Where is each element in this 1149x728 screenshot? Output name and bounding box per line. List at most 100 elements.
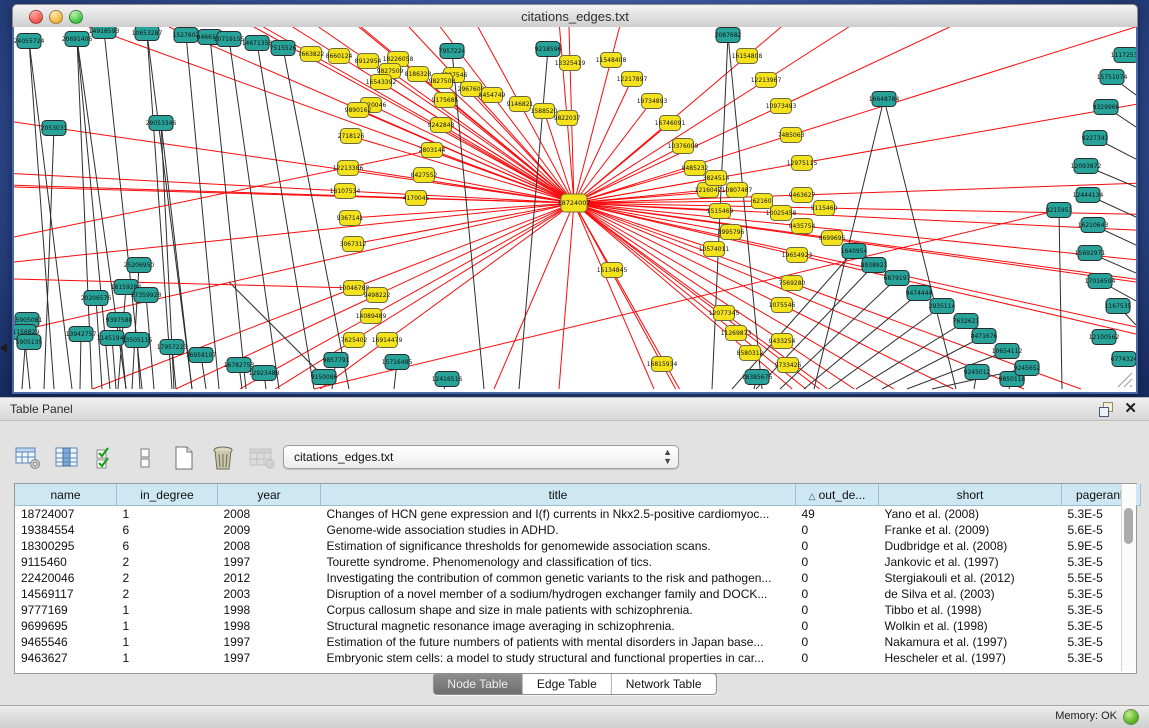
delete-table-icon[interactable] xyxy=(248,444,276,472)
table-cell[interactable]: Wolkin et al. (1998) xyxy=(879,618,1062,634)
table-row[interactable]: 1830029562008Estimation of significance … xyxy=(15,538,1141,554)
edge[interactable] xyxy=(559,203,574,389)
row-height-icon[interactable] xyxy=(131,444,159,472)
table-cell[interactable]: 2 xyxy=(117,586,218,602)
float-window-icon[interactable] xyxy=(1099,402,1113,416)
table-cell[interactable]: 19384554 xyxy=(15,522,117,538)
edge[interactable] xyxy=(371,203,574,316)
table-cell[interactable]: Jankovic et al. (1997) xyxy=(879,554,1062,570)
table-cell[interactable]: de Silva et al. (2003) xyxy=(879,586,1062,602)
delete-column-icon[interactable] xyxy=(209,444,237,472)
edge[interactable] xyxy=(14,203,574,262)
table-cell[interactable]: 1 xyxy=(117,618,218,634)
table-cell[interactable]: Tourette syndrome. Phenomenology and cla… xyxy=(321,554,796,570)
table-cell[interactable]: 49 xyxy=(796,506,879,523)
close-icon[interactable]: ✕ xyxy=(1124,400,1137,418)
table-cell[interactable]: 6 xyxy=(117,522,218,538)
network-view[interactable]: 7663822866012489129541822605898275098186… xyxy=(12,27,1138,394)
table-cell[interactable]: Disruption of a novel member of a sodium… xyxy=(321,586,796,602)
edge[interactable] xyxy=(829,306,942,389)
memory-ok-indicator[interactable] xyxy=(1123,709,1139,725)
table-cell[interactable]: 18300295 xyxy=(15,538,117,554)
table-cell[interactable]: 2 xyxy=(117,554,218,570)
table-cell[interactable]: 0 xyxy=(796,650,879,666)
edge[interactable] xyxy=(387,203,574,340)
edge[interactable] xyxy=(824,208,1136,214)
table-cell[interactable]: 1997 xyxy=(218,634,321,650)
table-row[interactable]: 2242004622012Investigating the contribut… xyxy=(15,570,1141,586)
table-row[interactable]: 1872400712008Changes of HCN gene express… xyxy=(15,506,1141,523)
table-cell[interactable]: 1998 xyxy=(218,618,321,634)
table-cell[interactable]: 18724007 xyxy=(15,506,117,523)
table-row[interactable]: 969969511998Structural magnetic resonanc… xyxy=(15,618,1141,634)
table-cell[interactable]: 1 xyxy=(117,634,218,650)
table-cell[interactable]: 0 xyxy=(796,522,879,538)
table-cell[interactable]: Estimation of the future numbers of pati… xyxy=(321,634,796,650)
table-cell[interactable]: Dudbridge et al. (2008) xyxy=(879,538,1062,554)
table-cell[interactable]: Tibbo et al. (1998) xyxy=(879,602,1062,618)
column-header-title[interactable]: title xyxy=(321,484,796,506)
table-panel-header[interactable]: Table Panel ✕ xyxy=(0,397,1149,421)
edge[interactable] xyxy=(186,35,219,389)
column-header-out_de[interactable]: △out_de... xyxy=(796,484,879,506)
table-cell[interactable]: 2 xyxy=(117,570,218,586)
edge[interactable] xyxy=(257,43,314,389)
edge[interactable] xyxy=(756,265,874,389)
edge[interactable] xyxy=(441,125,574,203)
table-cell[interactable]: 0 xyxy=(796,538,879,554)
table-cell[interactable]: Structural magnetic resonance image aver… xyxy=(321,618,796,634)
window-resize-grip[interactable] xyxy=(1118,373,1132,387)
edge[interactable] xyxy=(782,305,953,389)
table-cell[interactable]: 2008 xyxy=(218,506,321,523)
edge[interactable] xyxy=(574,203,781,213)
table-cell[interactable]: Nakamura et al. (1997) xyxy=(879,634,1062,650)
edge[interactable] xyxy=(147,33,192,389)
table-cell[interactable]: 14569117 xyxy=(15,586,117,602)
edge[interactable] xyxy=(147,33,172,389)
network-table-dropdown[interactable]: citations_edges.txt ▲▼ xyxy=(283,445,679,469)
column-header-year[interactable]: year xyxy=(218,484,321,506)
edge[interactable] xyxy=(560,27,567,118)
edge[interactable] xyxy=(377,203,574,295)
table-cell[interactable]: 1 xyxy=(117,650,218,666)
table-cell[interactable]: 22420046 xyxy=(15,570,117,586)
table-row[interactable]: 977716911998Corpus callosum shape and si… xyxy=(15,602,1141,618)
table-row[interactable]: 911546021997Tourette syndrome. Phenomeno… xyxy=(15,554,1141,570)
edge[interactable] xyxy=(804,293,919,389)
new-column-icon[interactable] xyxy=(170,444,198,472)
table-cell[interactable]: 9777169 xyxy=(15,602,117,618)
table-cell[interactable]: 0 xyxy=(796,554,879,570)
tab-network-table[interactable]: Network Table xyxy=(611,674,716,694)
table-scrollbar-thumb[interactable] xyxy=(1124,508,1133,544)
table-cell[interactable]: 1997 xyxy=(218,554,321,570)
table-cell[interactable]: Stergiakouli et al. (2012) xyxy=(879,570,1062,586)
table-row[interactable]: 1456911722003Disruption of a novel membe… xyxy=(15,586,1141,602)
table-row[interactable]: 946362711997Embryonic stem cells: a mode… xyxy=(15,650,1141,666)
network-canvas[interactable]: 7663822866012489129541822605898275098186… xyxy=(14,27,1136,391)
edge[interactable] xyxy=(494,203,574,389)
tab-node-table[interactable]: Node Table xyxy=(433,674,522,694)
table-cell[interactable]: 0 xyxy=(796,570,879,586)
table-cell[interactable]: 9115460 xyxy=(15,554,117,570)
table-cell[interactable]: 1 xyxy=(117,506,218,523)
table-cell[interactable]: 1998 xyxy=(218,602,321,618)
table-cell[interactable]: 2003 xyxy=(218,586,321,602)
table-cell[interactable]: 6 xyxy=(117,538,218,554)
table-cell[interactable]: 0 xyxy=(796,634,879,650)
table-cell[interactable]: Genome-wide association studies in ADHD. xyxy=(321,522,796,538)
edge[interactable] xyxy=(1059,210,1062,389)
column-header-in_degree[interactable]: in_degree xyxy=(117,484,218,506)
table-cell[interactable]: 9463627 xyxy=(15,650,117,666)
edge[interactable] xyxy=(574,101,652,203)
table-cell[interactable]: 1997 xyxy=(218,650,321,666)
tab-edge-table[interactable]: Edge Table xyxy=(522,674,611,694)
row-select-icon[interactable] xyxy=(92,444,120,472)
edge[interactable] xyxy=(791,27,1136,135)
table-cell[interactable]: 1 xyxy=(117,602,218,618)
window-title-bar[interactable]: citations_edges.txt xyxy=(12,4,1138,29)
table-cell[interactable]: Estimation of significance thresholds fo… xyxy=(321,538,796,554)
table-cell[interactable]: 2009 xyxy=(218,522,321,538)
table-cell[interactable]: Hescheler et al. (1997) xyxy=(879,650,1062,666)
table-cell[interactable]: 9465546 xyxy=(15,634,117,650)
table-cell[interactable]: 2008 xyxy=(218,538,321,554)
